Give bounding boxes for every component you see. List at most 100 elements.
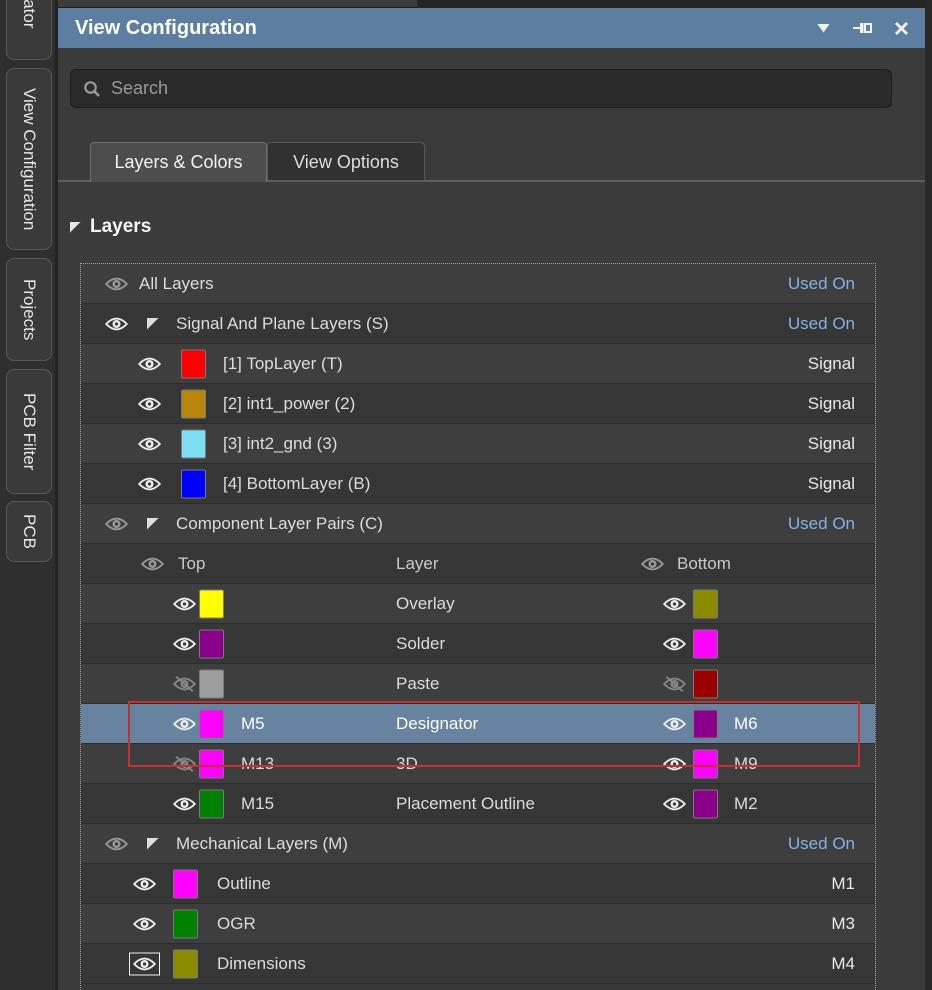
tab-view-options[interactable]: View Options: [267, 142, 425, 182]
layer-color-swatch[interactable]: [173, 949, 198, 978]
layer-color-swatch[interactable]: [173, 869, 198, 898]
search-box[interactable]: [70, 69, 892, 108]
bottom-color-swatch[interactable]: [693, 749, 718, 778]
row-dimensions[interactable]: Dimensions M4: [81, 944, 875, 984]
mech-number-label: M3: [831, 914, 855, 934]
panel-tab-strip: igator View Configuration Projects PCB F…: [0, 0, 58, 990]
top-visibility-eye-icon[interactable]: [173, 676, 196, 691]
row-overlay-pair[interactable]: Overlay: [81, 584, 875, 624]
sidebar-tab-view-configuration[interactable]: View Configuration: [6, 68, 52, 250]
top-visibility-eye-icon[interactable]: [173, 636, 196, 651]
top-color-swatch[interactable]: [199, 789, 224, 818]
sidebar-tab-pcb[interactable]: PCB: [6, 501, 52, 562]
row-placement-outline-pair[interactable]: M15 Placement Outline M2: [81, 784, 875, 824]
panel-menu-dropdown-icon[interactable]: [817, 24, 830, 33]
used-on-label[interactable]: Used On: [788, 514, 855, 534]
row-label: All Layers: [139, 274, 214, 294]
visibility-eye-icon[interactable]: [138, 396, 161, 411]
top-visibility-eye-icon[interactable]: [173, 756, 196, 771]
top-color-swatch[interactable]: [199, 669, 224, 698]
top-color-swatch[interactable]: [199, 629, 224, 658]
visibility-eye-icon[interactable]: [105, 316, 128, 331]
row-3d-pair[interactable]: M13 3D M9: [81, 744, 875, 784]
bottom-visibility-eye-icon[interactable]: [663, 716, 686, 731]
sidebar-tab-pcb-filter[interactable]: PCB Filter: [6, 369, 52, 494]
row-solder-pair[interactable]: Solder: [81, 624, 875, 664]
row-all-layers[interactable]: All Layers Used On: [81, 264, 875, 304]
visibility-eye-icon[interactable]: [105, 836, 128, 851]
layer-color-swatch[interactable]: [181, 349, 206, 378]
bottom-column-eye-icon[interactable]: [641, 556, 664, 571]
layers-section-header[interactable]: Layers: [70, 216, 151, 238]
bottom-color-swatch[interactable]: [693, 789, 718, 818]
row-signal-plane-group[interactable]: Signal And Plane Layers (S) Used On: [81, 304, 875, 344]
top-color-swatch[interactable]: [199, 589, 224, 618]
row-ogr[interactable]: OGR M3: [81, 904, 875, 944]
visibility-eye-icon[interactable]: [105, 276, 128, 291]
bottom-visibility-eye-icon[interactable]: [663, 596, 686, 611]
bottom-color-swatch[interactable]: [693, 709, 718, 738]
mech-number-label: M1: [831, 874, 855, 894]
bottom-column-label: Bottom: [677, 554, 731, 574]
row-label: Outline: [217, 874, 271, 894]
row-label: [1] TopLayer (T): [223, 354, 343, 374]
top-visibility-eye-icon[interactable]: [173, 716, 196, 731]
search-input[interactable]: [111, 78, 879, 99]
expand-triangle-icon[interactable]: [147, 318, 159, 330]
expand-triangle-icon[interactable]: [147, 518, 159, 530]
row-label: Component Layer Pairs (C): [176, 514, 383, 534]
top-color-swatch[interactable]: [199, 749, 224, 778]
close-panel-icon[interactable]: [894, 21, 909, 36]
visibility-eye-icon[interactable]: [138, 356, 161, 371]
bottom-visibility-eye-icon[interactable]: [663, 756, 686, 771]
layer-kind-label: Signal: [808, 434, 855, 454]
sidebar-tab-projects[interactable]: Projects: [6, 258, 52, 361]
used-on-label[interactable]: Used On: [788, 274, 855, 294]
layer-kind-label: Signal: [808, 474, 855, 494]
visibility-eye-icon[interactable]: [133, 876, 156, 891]
row-outline[interactable]: Outline M1: [81, 864, 875, 904]
row-toplayer[interactable]: [1] TopLayer (T) Signal: [81, 344, 875, 384]
row-int2-gnd[interactable]: [3] int2_gnd (3) Signal: [81, 424, 875, 464]
pin-panel-icon[interactable]: [852, 20, 872, 36]
used-on-label[interactable]: Used On: [788, 314, 855, 334]
pair-layer-label: Placement Outline: [396, 794, 535, 814]
visibility-eye-icon[interactable]: [138, 476, 161, 491]
bottom-layer-name: M9: [734, 754, 758, 774]
bottom-color-swatch[interactable]: [693, 629, 718, 658]
bottom-visibility-eye-icon[interactable]: [663, 636, 686, 651]
layer-column-label: Layer: [396, 554, 439, 574]
row-label: [4] BottomLayer (B): [223, 474, 370, 494]
top-column-eye-icon[interactable]: [141, 556, 164, 571]
visibility-eye-icon[interactable]: [138, 436, 161, 451]
tab-layers-and-colors[interactable]: Layers & Colors: [90, 142, 267, 182]
layer-color-swatch[interactable]: [181, 389, 206, 418]
row-designator-pair[interactable]: M5 Designator M6: [81, 704, 875, 744]
panel-title-bar: View Configuration: [58, 8, 925, 48]
layer-color-swatch[interactable]: [181, 469, 206, 498]
bottom-visibility-eye-icon[interactable]: [663, 796, 686, 811]
row-component-pairs-group[interactable]: Component Layer Pairs (C) Used On: [81, 504, 875, 544]
collapse-triangle-icon[interactable]: [70, 222, 81, 233]
search-icon: [83, 80, 101, 98]
top-visibility-eye-icon[interactable]: [173, 596, 196, 611]
row-mechanical-group[interactable]: Mechanical Layers (M) Used On: [81, 824, 875, 864]
row-bottomlayer[interactable]: [4] BottomLayer (B) Signal: [81, 464, 875, 504]
layer-color-swatch[interactable]: [173, 909, 198, 938]
expand-triangle-icon[interactable]: [147, 838, 159, 850]
bottom-color-swatch[interactable]: [693, 589, 718, 618]
sidebar-tab-navigator[interactable]: igator: [6, 0, 52, 60]
used-on-label[interactable]: Used On: [788, 834, 855, 854]
visibility-eye-icon[interactable]: [133, 916, 156, 931]
layer-color-swatch[interactable]: [181, 429, 206, 458]
row-pair-column-header: Top Layer Bottom: [81, 544, 875, 584]
visibility-eye-icon[interactable]: [133, 956, 156, 971]
row-label: Dimensions: [217, 954, 306, 974]
visibility-eye-icon[interactable]: [105, 516, 128, 531]
row-int1-power[interactable]: [2] int1_power (2) Signal: [81, 384, 875, 424]
row-paste-pair[interactable]: Paste: [81, 664, 875, 704]
bottom-visibility-eye-icon[interactable]: [663, 676, 686, 691]
top-color-swatch[interactable]: [199, 709, 224, 738]
bottom-color-swatch[interactable]: [693, 669, 718, 698]
top-visibility-eye-icon[interactable]: [173, 796, 196, 811]
